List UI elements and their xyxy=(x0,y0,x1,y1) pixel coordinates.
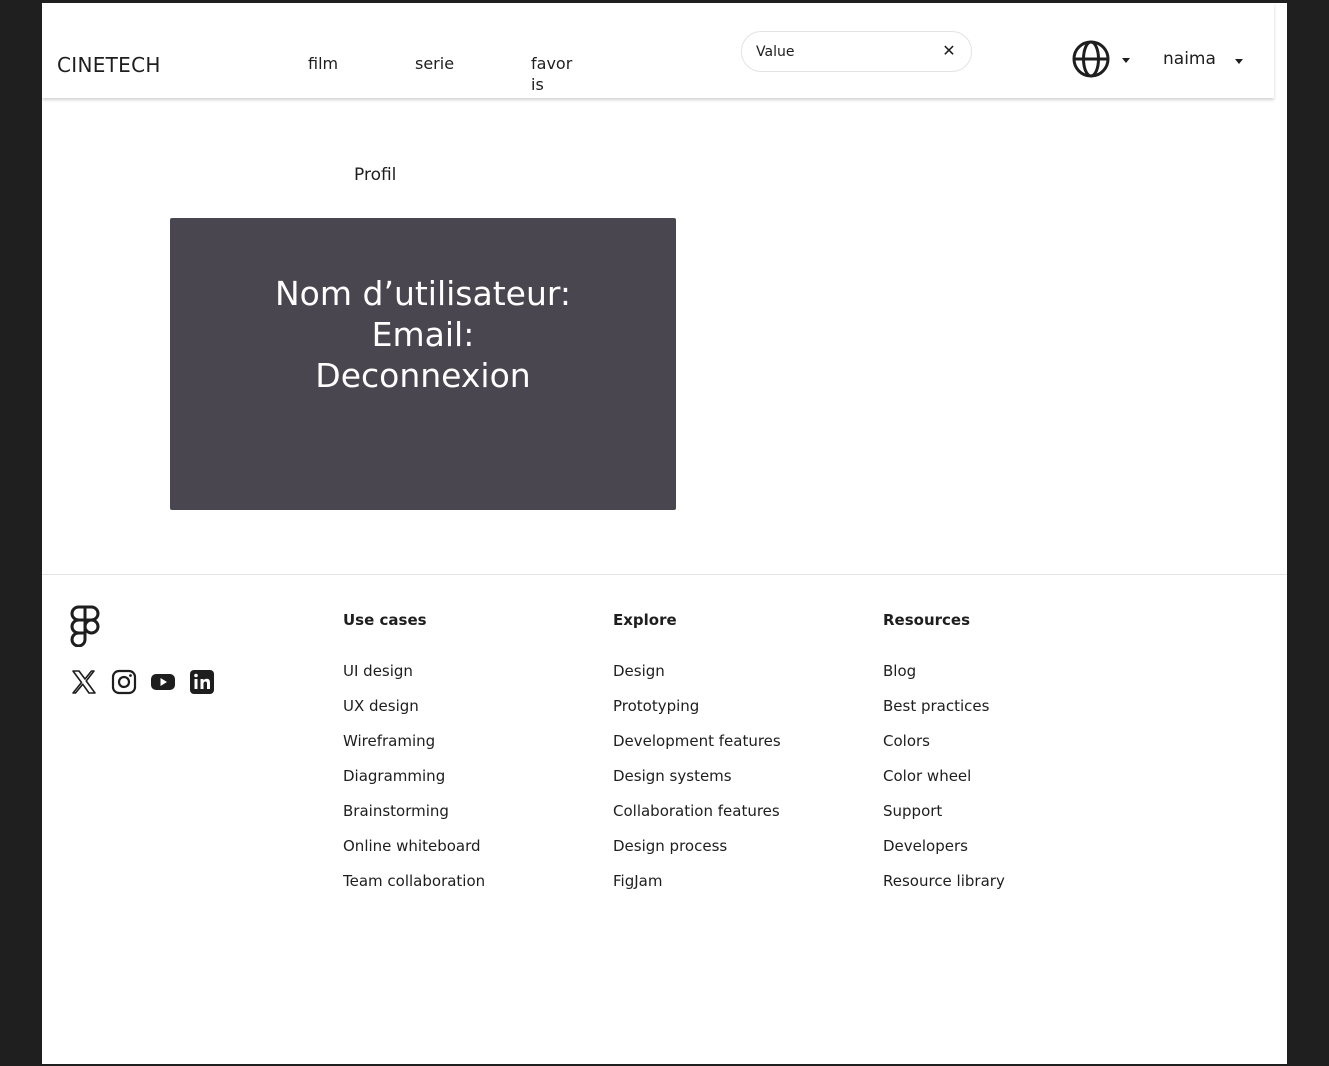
search-box: ✕ xyxy=(741,31,972,72)
footer-link[interactable]: Diagramming xyxy=(343,766,583,801)
username-label: Nom d’utilisateur: xyxy=(275,274,571,313)
footer-link[interactable]: Resource library xyxy=(883,871,1123,906)
email-label: Email: xyxy=(371,315,475,354)
footer-column-title: Explore xyxy=(613,611,677,629)
linkedin-icon[interactable] xyxy=(188,668,216,696)
footer-link[interactable]: UX design xyxy=(343,696,583,731)
instagram-icon[interactable] xyxy=(110,668,138,696)
chevron-down-icon xyxy=(1235,59,1243,64)
footer-link[interactable]: FigJam xyxy=(613,871,853,906)
footer-link[interactable]: Team collaboration xyxy=(343,871,583,906)
globe-icon xyxy=(1072,40,1110,78)
footer-link[interactable]: Design systems xyxy=(613,766,853,801)
top-navbar: CINETECH film serie favoris ✕ naima xyxy=(42,3,1274,98)
user-menu[interactable]: naima xyxy=(1163,47,1253,77)
footer-link[interactable]: Colors xyxy=(883,731,1123,766)
footer-link[interactable]: Support xyxy=(883,801,1123,836)
page-title: Profil xyxy=(354,165,397,185)
nav-item-serie[interactable]: serie xyxy=(415,53,454,74)
language-selector[interactable] xyxy=(1071,39,1135,79)
footer: Use cases UI design UX design Wireframin… xyxy=(42,574,1287,1064)
footer-link[interactable]: Best practices xyxy=(883,696,1123,731)
footer-column-title: Resources xyxy=(883,611,971,629)
footer-link[interactable]: Color wheel xyxy=(883,766,1123,801)
profile-card: Nom d’utilisateur: Email: Deconnexion xyxy=(170,218,676,510)
page: CINETECH film serie favoris ✕ naima Prof… xyxy=(42,3,1287,1064)
chevron-down-icon xyxy=(1122,58,1130,63)
footer-column-title: Use cases xyxy=(343,611,427,629)
footer-link[interactable]: Design process xyxy=(613,836,853,871)
footer-link[interactable]: Prototyping xyxy=(613,696,853,731)
x-icon[interactable] xyxy=(70,668,98,696)
footer-link[interactable]: Developers xyxy=(883,836,1123,871)
logout-button[interactable]: Deconnexion xyxy=(170,355,676,396)
footer-link[interactable]: Brainstorming xyxy=(343,801,583,836)
footer-column-use-cases: Use cases UI design UX design Wireframin… xyxy=(343,611,583,906)
footer-link[interactable]: UI design xyxy=(343,661,583,696)
footer-column-explore: Explore Design Prototyping Development f… xyxy=(613,611,853,906)
youtube-icon[interactable] xyxy=(149,668,177,696)
footer-link[interactable]: Collaboration features xyxy=(613,801,853,836)
footer-link[interactable]: Development features xyxy=(613,731,853,766)
figma-logo-icon[interactable] xyxy=(70,605,100,651)
user-name: naima xyxy=(1163,49,1216,69)
footer-link[interactable]: Online whiteboard xyxy=(343,836,583,871)
footer-link[interactable]: Blog xyxy=(883,661,1123,696)
footer-link[interactable]: Design xyxy=(613,661,853,696)
nav-item-favoris[interactable]: favoris xyxy=(531,53,575,95)
brand-logo-text[interactable]: CINETECH xyxy=(57,53,161,77)
footer-link[interactable]: Wireframing xyxy=(343,731,583,766)
nav-item-film[interactable]: film xyxy=(308,53,338,74)
footer-column-resources: Resources Blog Best practices Colors Col… xyxy=(883,611,1123,906)
close-icon[interactable]: ✕ xyxy=(940,41,958,61)
search-input[interactable] xyxy=(756,41,926,63)
